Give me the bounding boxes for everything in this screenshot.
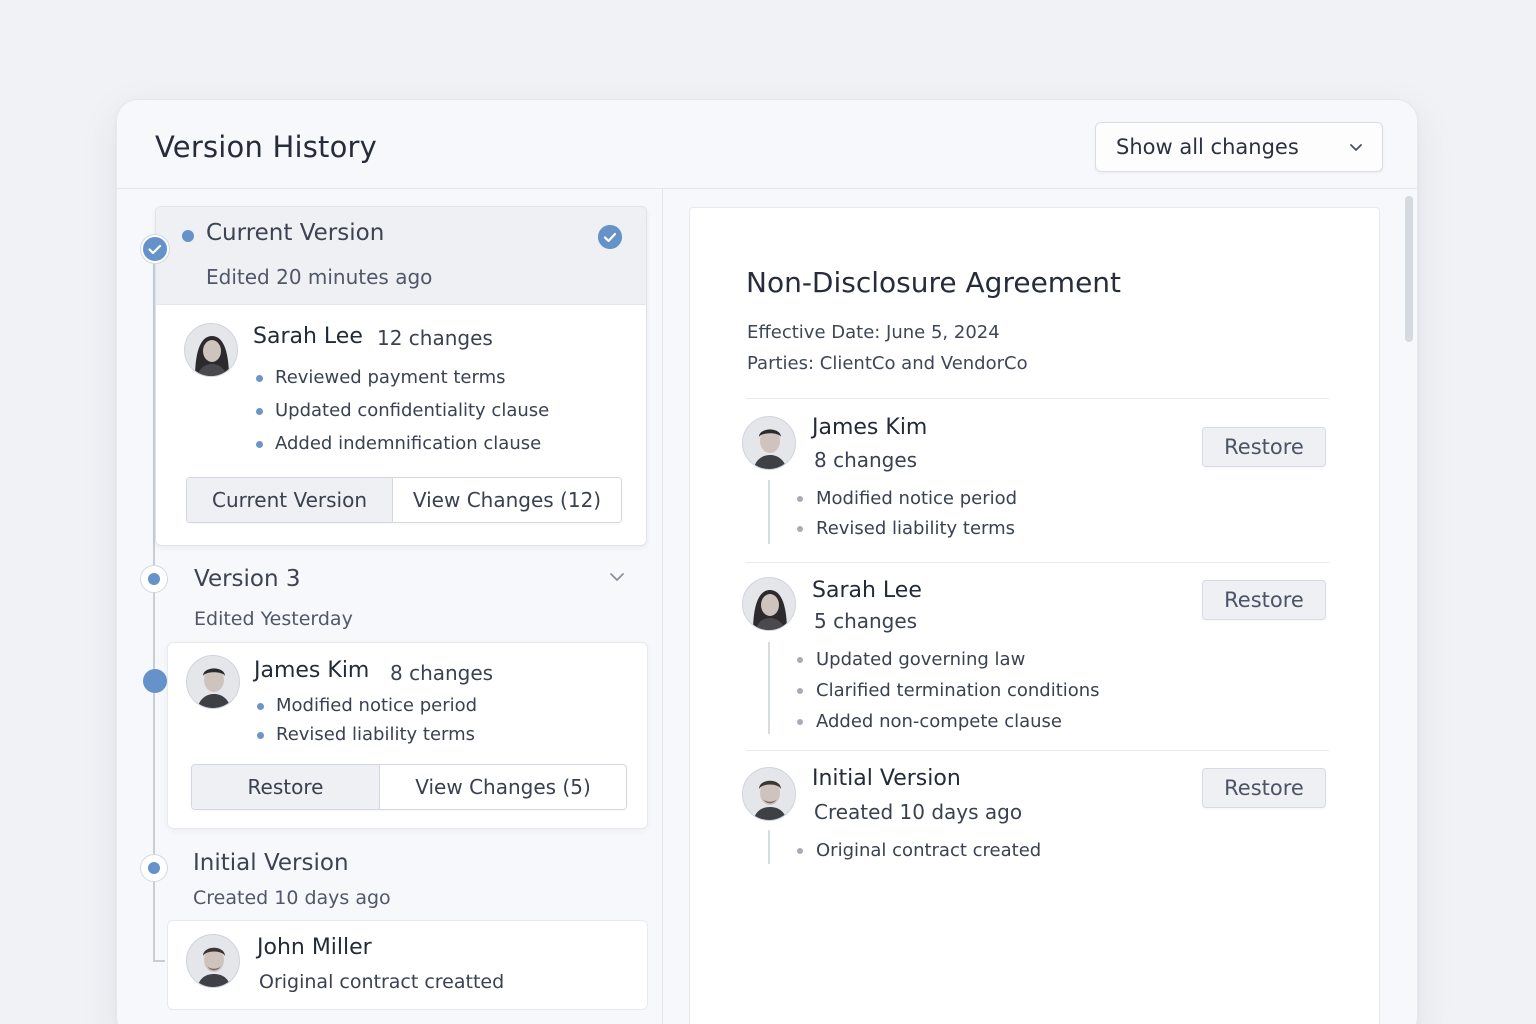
entry-meta: Created 10 days ago <box>814 800 1023 824</box>
list-item: Clarified termination conditions <box>794 675 1100 706</box>
panel-divider <box>662 189 663 1024</box>
version-3-card: James Kim 8 changes Modified notice peri… <box>167 642 648 829</box>
filter-label: Show all changes <box>1116 135 1299 159</box>
list-item: Modified notice period <box>254 691 477 720</box>
chevron-down-icon <box>1350 144 1362 151</box>
current-version-subtitle: Edited 20 minutes ago <box>206 265 433 289</box>
timeline-rail-end <box>153 960 165 962</box>
restore-button[interactable]: Restore <box>1202 427 1326 467</box>
entry-rail <box>768 642 770 734</box>
list-item: Updated confidentiality clause <box>253 394 549 427</box>
change-list: Original contract created <box>794 836 1041 866</box>
view-changes-button[interactable]: View Changes (12) <box>392 478 621 522</box>
current-version-button[interactable]: Current Version <box>187 478 392 522</box>
view-changes-button[interactable]: View Changes (5) <box>379 765 626 809</box>
entry-meta: 5 changes <box>814 609 918 633</box>
entry-rail <box>768 830 770 864</box>
divider <box>746 562 1329 563</box>
header: Version History Show all changes <box>117 100 1417 189</box>
scrollbar-thumb[interactable] <box>1405 196 1413 342</box>
list-item: Revised liability terms <box>254 720 477 749</box>
current-version-card[interactable]: Current Version Edited 20 minutes ago Sa… <box>155 206 647 546</box>
current-version-header: Current Version Edited 20 minutes ago <box>156 207 646 305</box>
parties: Parties: ClientCo and VendorCo <box>747 353 1028 374</box>
restore-button[interactable]: Restore <box>1202 580 1326 620</box>
change-list: Reviewed payment terms Updated confident… <box>253 361 549 460</box>
list-item: Reviewed payment terms <box>253 361 549 394</box>
document-preview: Non-Disclosure Agreement Effective Date:… <box>689 207 1380 1024</box>
page-title: Version History <box>155 130 378 164</box>
entry-meta: 8 changes <box>814 448 918 472</box>
list-item: Added non-compete clause <box>794 706 1100 737</box>
current-version-actions: Current Version View Changes (12) <box>186 477 622 523</box>
version-3-title[interactable]: Version 3 <box>194 566 301 592</box>
divider <box>746 750 1329 751</box>
initial-version-card: John Miller Original contract creatted <box>167 920 648 1010</box>
version-3-actions: Restore View Changes (5) <box>191 764 627 810</box>
filter-dropdown[interactable]: Show all changes <box>1095 122 1383 172</box>
avatar <box>742 767 796 821</box>
author-name: John Miller <box>257 935 372 960</box>
list-item: Updated governing law <box>794 644 1100 675</box>
restore-button[interactable]: Restore <box>192 765 379 809</box>
author-name: Sarah Lee <box>253 324 363 349</box>
initial-version-title[interactable]: Initial Version <box>193 850 349 876</box>
list-item: Original contract created <box>794 836 1041 866</box>
avatar <box>186 934 240 988</box>
avatar <box>186 655 240 709</box>
change-list: Modified notice period Revised liability… <box>254 691 477 749</box>
version-3-subtitle: Edited Yesterday <box>194 608 353 630</box>
change-count: 12 changes <box>377 326 493 350</box>
restore-button[interactable]: Restore <box>1202 768 1326 808</box>
current-version-title: Current Version <box>206 220 385 246</box>
entry-name: James Kim <box>812 415 928 440</box>
list-item: Added indemnification clause <box>253 427 549 460</box>
change-count: 8 changes <box>390 661 494 685</box>
avatar <box>742 577 796 631</box>
avatar <box>742 416 796 470</box>
timeline-node-active <box>143 669 167 693</box>
entry-rail <box>768 480 770 544</box>
divider <box>746 398 1329 399</box>
check-circle-icon <box>598 225 622 249</box>
avatar <box>184 323 238 377</box>
current-dot-icon <box>182 230 194 242</box>
initial-version-subtitle: Created 10 days ago <box>193 887 391 909</box>
entry-name: Initial Version <box>812 766 961 791</box>
timeline-node <box>140 565 168 593</box>
entry-name: Sarah Lee <box>812 578 922 603</box>
author-name: James Kim <box>254 658 370 683</box>
list-item: Revised liability terms <box>794 514 1017 544</box>
initial-note: Original contract creatted <box>259 971 505 993</box>
timeline-node <box>140 854 168 882</box>
list-item: Modified notice period <box>794 484 1017 514</box>
check-circle-icon <box>141 235 169 263</box>
chevron-down-icon[interactable] <box>609 570 625 584</box>
document-title: Non-Disclosure Agreement <box>746 266 1122 299</box>
effective-date: Effective Date: June 5, 2024 <box>747 322 1000 343</box>
change-list: Updated governing law Clarified terminat… <box>794 644 1100 737</box>
change-list: Modified notice period Revised liability… <box>794 484 1017 544</box>
version-history-window: Version History Show all changes Current… <box>116 99 1418 1024</box>
